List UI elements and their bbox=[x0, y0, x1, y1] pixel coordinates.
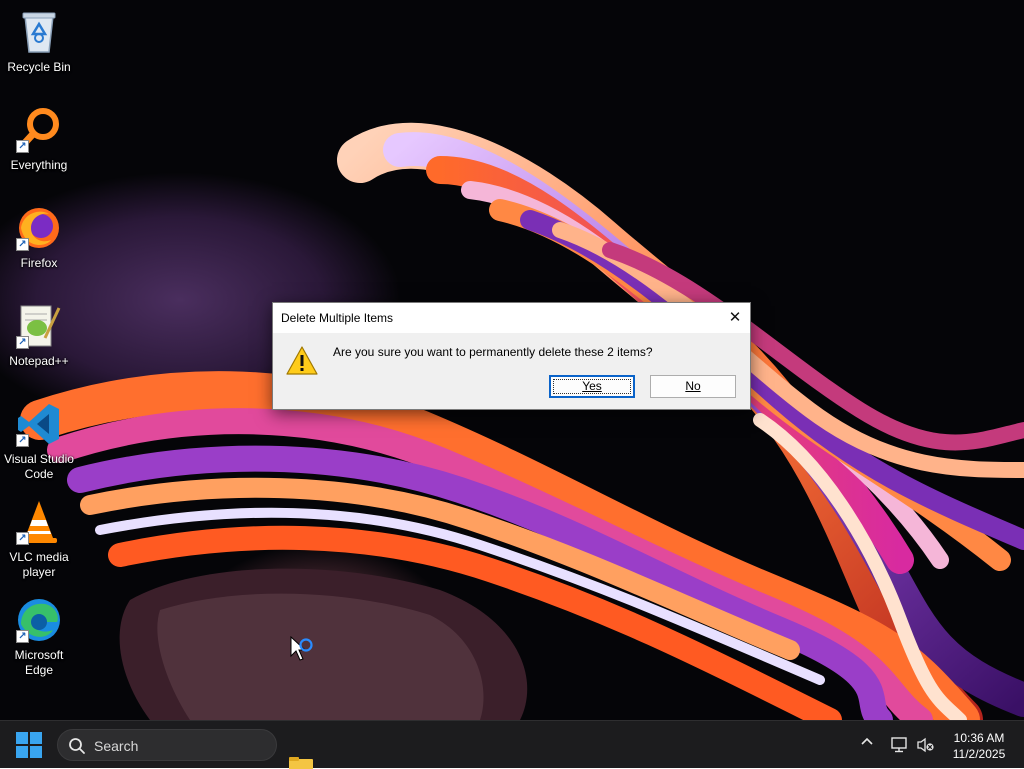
dialog-message: Are you sure you want to permanently del… bbox=[333, 345, 653, 359]
file-explorer-icon[interactable] bbox=[288, 757, 314, 769]
clock-date: 11/2/2025 bbox=[952, 747, 1006, 761]
shortcut-arrow-icon: ↗ bbox=[16, 140, 29, 153]
start-button[interactable] bbox=[16, 732, 42, 758]
dialog-title: Delete Multiple Items bbox=[281, 311, 394, 325]
desktop-icon-label: Microsoft Edge bbox=[14, 648, 64, 677]
shortcut-arrow-icon: ↗ bbox=[16, 238, 29, 251]
taskbar-clock[interactable]: 10:36 AM 11/2/2025 bbox=[944, 730, 1014, 762]
desktop-icon-label: Everything bbox=[10, 158, 68, 172]
vscode-icon: ↗ bbox=[15, 400, 63, 448]
shortcut-arrow-icon: ↗ bbox=[16, 336, 29, 349]
desktop-icon-label: Firefox bbox=[20, 256, 58, 270]
shortcut-arrow-icon: ↗ bbox=[16, 434, 29, 447]
delete-confirmation-dialog: Delete Multiple Items ✕ Are you sure you… bbox=[272, 302, 751, 410]
desktop-icon-edge[interactable]: ↗ Microsoft Edge bbox=[0, 596, 78, 678]
vlc-icon: ↗ bbox=[15, 498, 63, 546]
desktop-icon-label: VLC media player bbox=[9, 550, 69, 579]
recycle-bin-icon bbox=[15, 8, 63, 56]
desktop-icon-recycle-bin[interactable]: Recycle Bin bbox=[0, 8, 78, 75]
search-placeholder: Search bbox=[94, 738, 139, 754]
yes-button[interactable]: Yes bbox=[549, 375, 635, 398]
speaker-muted-icon[interactable] bbox=[917, 737, 935, 753]
desktop-icon-label: Visual Studio Code bbox=[4, 452, 74, 481]
shortcut-arrow-icon: ↗ bbox=[16, 532, 29, 545]
shortcut-arrow-icon: ↗ bbox=[16, 630, 29, 643]
desktop-icon-vlc[interactable]: ↗ VLC media player bbox=[0, 498, 78, 580]
no-button-label: No bbox=[685, 379, 701, 393]
desktop-icon-notepadpp[interactable]: ↗ Notepad++ bbox=[0, 302, 78, 369]
desktop-icon-vscode[interactable]: ↗ Visual Studio Code bbox=[0, 400, 78, 482]
edge-icon: ↗ bbox=[15, 596, 63, 644]
desktop-icon-firefox[interactable]: ↗ Firefox bbox=[0, 204, 78, 271]
taskbar: Search 10:36 AM 11/2/2025 bbox=[0, 720, 1024, 769]
search-icon bbox=[69, 738, 85, 754]
taskbar-search-box[interactable]: Search bbox=[57, 729, 277, 761]
desktop[interactable]: Recycle Bin ↗ Everything ↗ Firefox ↗ Not… bbox=[0, 0, 1024, 720]
notepadpp-icon: ↗ bbox=[15, 302, 63, 350]
busy-cursor-icon bbox=[290, 636, 313, 661]
everything-search-icon: ↗ bbox=[15, 106, 63, 154]
desktop-icon-label: Recycle Bin bbox=[7, 60, 71, 74]
tray-overflow-chevron-icon[interactable] bbox=[860, 735, 874, 752]
clock-time: 10:36 AM bbox=[953, 731, 1005, 745]
network-icon[interactable] bbox=[891, 737, 909, 753]
firefox-icon: ↗ bbox=[15, 204, 63, 252]
focus-ring bbox=[553, 379, 631, 394]
dialog-close-button[interactable]: ✕ bbox=[720, 303, 750, 333]
dialog-titlebar[interactable]: Delete Multiple Items ✕ bbox=[273, 303, 750, 333]
warning-icon bbox=[286, 346, 318, 375]
no-button[interactable]: No bbox=[650, 375, 736, 398]
desktop-icon-label: Notepad++ bbox=[9, 354, 69, 368]
desktop-icon-everything[interactable]: ↗ Everything bbox=[0, 106, 78, 173]
